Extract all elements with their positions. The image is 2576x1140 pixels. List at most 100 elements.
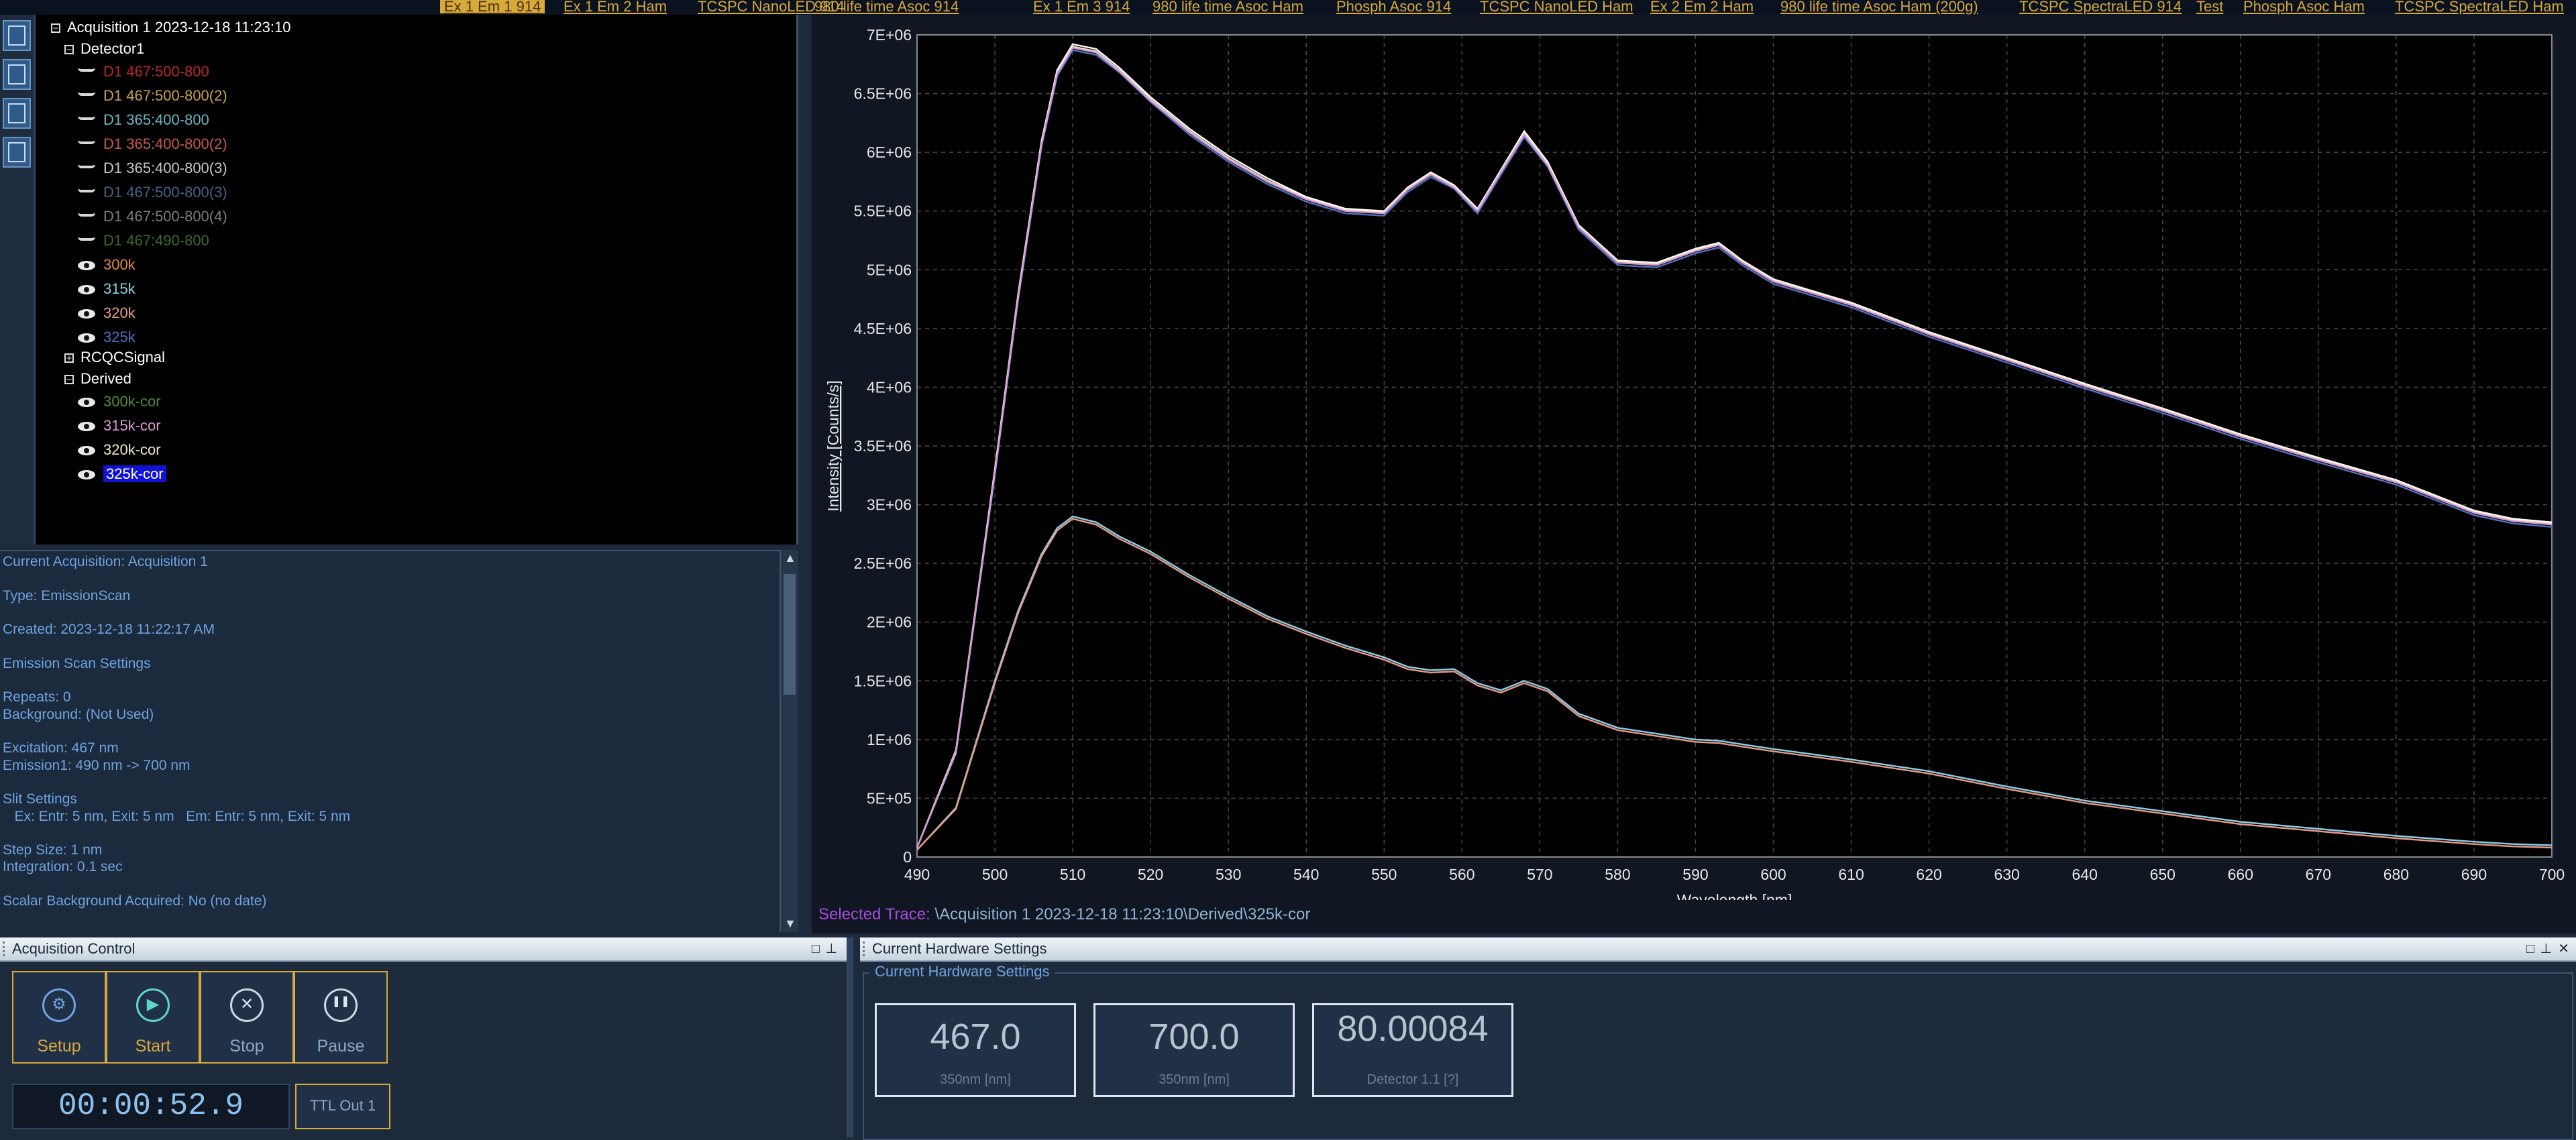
tab-item[interactable]: Phosph Asoc Ham bbox=[2243, 0, 2365, 14]
acquisition-tab-bar: Ex 1 Em 1 914 Ex 1 Em 2 Ham TCSPC NanoLED … bbox=[0, 0, 2576, 15]
tree-item[interactable]: D1 467:500-800 bbox=[78, 63, 209, 80]
tree-item[interactable]: D1 467:500-800(2) bbox=[78, 87, 227, 105]
start-button[interactable]: ▶ Start bbox=[106, 971, 200, 1064]
x-tick-label: 520 bbox=[1138, 866, 1163, 883]
tree-item[interactable]: 325k bbox=[78, 329, 136, 346]
eye-closed-icon[interactable] bbox=[78, 140, 95, 145]
x-tick-label: 640 bbox=[2072, 866, 2098, 883]
eye-closed-icon[interactable] bbox=[78, 68, 95, 72]
y-tick-label: 4.5E+06 bbox=[854, 320, 912, 337]
eye-icon[interactable] bbox=[78, 446, 95, 456]
tab-item[interactable]: Ex 1 Em 2 Ham bbox=[564, 0, 667, 14]
spectrum-chart[interactable]: 490 500 510 520 530 540 550 560 570 580 590 600 610 6… bbox=[812, 15, 2576, 933]
tree-item[interactable]: D1 365:400-800(3) bbox=[78, 160, 227, 177]
pin-icon[interactable]: ⊥ bbox=[826, 937, 837, 960]
tree-item[interactable]: D1 365:400-800(2) bbox=[78, 135, 227, 153]
x-tick-label: 490 bbox=[904, 866, 930, 883]
tree-rcqc-node[interactable]: + RCQCSignal bbox=[64, 349, 165, 366]
maximize-icon[interactable]: □ bbox=[2526, 937, 2534, 960]
eye-icon[interactable] bbox=[78, 398, 95, 408]
stop-icon: ✕ bbox=[230, 988, 264, 1022]
close-icon[interactable]: ✕ bbox=[2558, 937, 2569, 960]
expand-icon[interactable]: + bbox=[64, 353, 74, 363]
tree-item[interactable]: 315k bbox=[78, 280, 136, 298]
tab-item[interactable]: TCSPC SpectraLED 914 bbox=[2019, 0, 2182, 14]
tree-derived-node[interactable]: − Derived bbox=[64, 370, 131, 388]
tree-root-node[interactable]: − Acquisition 1 2023-12-18 11:23:10 bbox=[51, 19, 291, 36]
tree-item[interactable]: 325k-cor bbox=[78, 465, 166, 483]
scroll-down-icon[interactable]: ▼ bbox=[784, 917, 796, 931]
eye-closed-icon[interactable] bbox=[78, 188, 95, 193]
tree-item-label: D1 467:500-800(2) bbox=[103, 87, 227, 104]
tree-item[interactable]: D1 365:400-800 bbox=[78, 111, 209, 129]
layout-grid-icon[interactable] bbox=[3, 59, 31, 90]
eye-closed-icon[interactable] bbox=[78, 116, 95, 121]
eye-closed-icon[interactable] bbox=[78, 213, 95, 217]
x-tick-label: 550 bbox=[1371, 866, 1397, 883]
stop-button[interactable]: ✕ Stop bbox=[200, 971, 294, 1064]
eye-icon[interactable] bbox=[78, 261, 95, 271]
layout-single-icon[interactable] bbox=[3, 20, 31, 51]
info-scrollbar[interactable]: ▲ ▼ bbox=[780, 550, 798, 932]
tree-detector-node[interactable]: − Detector1 bbox=[64, 40, 144, 58]
eye-closed-icon[interactable] bbox=[78, 237, 95, 241]
scroll-thumb[interactable] bbox=[784, 574, 796, 695]
pin-icon[interactable]: ⊥ bbox=[2540, 937, 2552, 960]
hardware-settings-group: Current Hardware Settings 467.0 350nm [nm… bbox=[863, 963, 2573, 1140]
collapse-icon[interactable]: − bbox=[51, 23, 60, 34]
x-tick-label: 590 bbox=[1682, 866, 1708, 883]
tab-item[interactable]: Phosph Asoc 914 bbox=[1336, 0, 1451, 14]
tab-item[interactable]: 980 life time Asoc Ham (200g) bbox=[1780, 0, 1978, 14]
eye-closed-icon[interactable] bbox=[78, 92, 95, 97]
tree-item-label: 315k bbox=[103, 280, 136, 297]
x-tick-label: 580 bbox=[1605, 866, 1630, 883]
info-line: Step Size: 1 nm bbox=[3, 842, 103, 858]
tab-item[interactable]: Test bbox=[2196, 0, 2223, 14]
layout-split-icon[interactable] bbox=[3, 98, 31, 129]
tree-item-label: 325k-cor bbox=[103, 465, 166, 482]
x-tick-label: 700 bbox=[2539, 866, 2565, 883]
tab-item[interactable]: TCSPC SpectraLED Ham bbox=[2395, 0, 2564, 14]
tree-item[interactable]: 300k bbox=[78, 256, 136, 274]
collapse-icon[interactable]: − bbox=[64, 375, 74, 385]
tab-item[interactable]: Ex 2 Em 2 Ham bbox=[1650, 0, 1754, 14]
eye-closed-icon[interactable] bbox=[78, 164, 95, 169]
tab-item[interactable]: Ex 1 Em 3 914 bbox=[1033, 0, 1130, 14]
eye-icon[interactable] bbox=[78, 470, 95, 480]
tree-item[interactable]: 315k-cor bbox=[78, 417, 161, 435]
tree-item[interactable]: 320k-cor bbox=[78, 441, 161, 459]
ttl-out-button[interactable]: TTL Out 1 bbox=[295, 1084, 390, 1129]
x-tick-label: 530 bbox=[1216, 866, 1241, 883]
x-tick-label: 680 bbox=[2383, 866, 2409, 883]
tab-item[interactable]: 980 life time Asoc 914 bbox=[814, 0, 959, 14]
tree-item[interactable]: D1 467:500-800(3) bbox=[78, 184, 227, 201]
tree-item[interactable]: 300k-cor bbox=[78, 393, 161, 410]
layout-table-icon[interactable] bbox=[3, 137, 31, 168]
pause-button[interactable]: ❚❚ Pause bbox=[294, 971, 388, 1064]
hardware-caption: 350nm [nm] bbox=[1159, 1072, 1230, 1087]
tree-item[interactable]: D1 467:490-800 bbox=[78, 232, 209, 249]
eye-icon[interactable] bbox=[78, 309, 95, 319]
collapse-icon[interactable]: − bbox=[64, 45, 74, 55]
scroll-up-icon[interactable]: ▲ bbox=[784, 551, 796, 565]
tab-item[interactable]: 980 life time Asoc Ham bbox=[1152, 0, 1303, 14]
selected-trace-path: \Acquisition 1 2023-12-18 11:23:10\Deriv… bbox=[934, 905, 1311, 923]
eye-icon[interactable] bbox=[78, 285, 95, 295]
setup-button[interactable]: ⚙ Setup bbox=[12, 971, 106, 1064]
maximize-icon[interactable]: □ bbox=[812, 937, 820, 960]
tab-item[interactable]: Ex 1 Em 1 914 bbox=[440, 0, 545, 14]
pause-icon: ❚❚ bbox=[324, 988, 358, 1022]
info-line: Integration: 0.1 sec bbox=[3, 859, 123, 875]
drag-grip-icon[interactable] bbox=[3, 942, 7, 956]
drag-grip-icon[interactable] bbox=[863, 942, 867, 956]
tree-derived-label: Derived bbox=[80, 370, 131, 387]
y-tick-label: 5.5E+06 bbox=[854, 203, 912, 220]
elapsed-time-display: 00:00:52.9 bbox=[12, 1084, 290, 1129]
tree-item[interactable]: D1 467:500-800(4) bbox=[78, 208, 227, 225]
tree-item[interactable]: 320k bbox=[78, 304, 136, 322]
spectrum-plot-svg[interactable]: 490 500 510 520 530 540 550 560 570 580 590 600 610 6… bbox=[812, 15, 2576, 900]
eye-icon[interactable] bbox=[78, 422, 95, 432]
x-axis-label: Wavelength [nm] bbox=[1677, 891, 1792, 900]
eye-icon[interactable] bbox=[78, 333, 95, 343]
tab-item[interactable]: TCSPC NanoLED Ham bbox=[1480, 0, 1633, 14]
